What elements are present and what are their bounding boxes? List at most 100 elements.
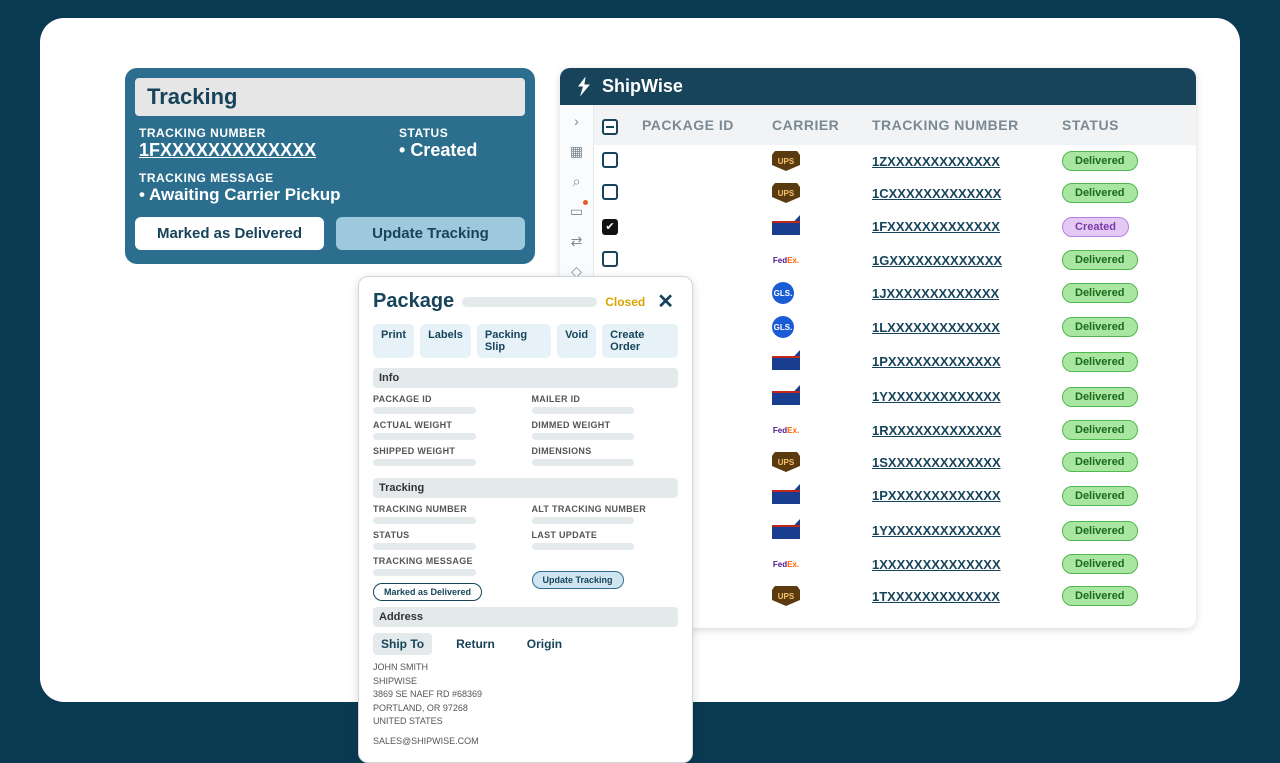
address-block: JOHN SMITH SHIPWISE 3869 SE NAEF RD #683… <box>373 661 678 748</box>
usps-icon <box>772 215 800 235</box>
tracking-number-link[interactable]: 1XXXXXXXXXXXXXX <box>872 557 1062 572</box>
bolt-icon <box>574 77 594 97</box>
tracking-number-label: TRACKING NUMBER <box>139 126 391 140</box>
grid-icon[interactable]: ▦ <box>569 143 585 159</box>
skeleton-line <box>373 569 476 576</box>
ups-icon: UPS <box>772 151 800 171</box>
tracking-number-link[interactable]: 1PXXXXXXXXXXXXX <box>872 354 1062 369</box>
col-package-id[interactable]: PACKAGE ID <box>642 117 772 133</box>
skeleton-line <box>373 433 476 440</box>
column-headers: PACKAGE ID CARRIER TRACKING NUMBER STATU… <box>594 105 1196 145</box>
row-checkbox[interactable] <box>602 184 618 200</box>
package-modal: Package Closed ✕ Print Labels Packing Sl… <box>358 276 693 763</box>
status-badge: Delivered <box>1062 250 1138 270</box>
grid-header: ShipWise <box>560 68 1196 105</box>
skeleton-line <box>373 517 476 524</box>
tracking-number-link[interactable]: 1CXXXXXXXXXXXXX <box>872 186 1062 201</box>
create-order-button[interactable]: Create Order <box>602 324 678 358</box>
address-company: SHIPWISE <box>373 675 678 689</box>
usps-icon <box>772 484 800 504</box>
table-row[interactable]: UPS 1ZXXXXXXXXXXXXXDelivered <box>594 145 1196 177</box>
close-icon[interactable]: ✕ <box>653 289 678 314</box>
tracking-number-link[interactable]: 1LXXXXXXXXXXXXX <box>872 320 1062 335</box>
section-info: Info <box>373 368 678 388</box>
tracking-status-value: Created <box>399 140 521 161</box>
tracking-card-title: Tracking <box>135 78 525 116</box>
address-name: JOHN SMITH <box>373 661 678 675</box>
skeleton-line <box>532 459 635 466</box>
share-icon[interactable]: ⇄ <box>569 233 585 249</box>
search-icon[interactable]: ⌕ <box>569 173 585 189</box>
status-badge: Created <box>1062 217 1129 237</box>
fedex-icon: FedEx. <box>772 554 800 574</box>
tracking-number-link[interactable]: 1YXXXXXXXXXXXXX <box>872 523 1062 538</box>
tracking-status-label: STATUS <box>399 126 521 140</box>
table-row[interactable]: UPS 1CXXXXXXXXXXXXXDelivered <box>594 177 1196 209</box>
tracking-card: Tracking TRACKING NUMBER 1FXXXXXXXXXXXXX… <box>125 68 535 264</box>
section-address: Address <box>373 607 678 627</box>
status-badge: Delivered <box>1062 452 1138 472</box>
tracking-number-link[interactable]: 1YXXXXXXXXXXXXX <box>872 389 1062 404</box>
tracking-number-link[interactable]: 1JXXXXXXXXXXXXX <box>872 286 1062 301</box>
address-email: SALES@SHIPWISE.COM <box>373 735 678 749</box>
void-button[interactable]: Void <box>557 324 596 358</box>
status-badge: Delivered <box>1062 420 1138 440</box>
skeleton-line <box>373 543 476 550</box>
row-checkbox[interactable] <box>602 251 618 267</box>
label-last-update: LAST UPDATE <box>532 530 679 540</box>
app-canvas: Tracking TRACKING NUMBER 1FXXXXXXXXXXXXX… <box>40 18 1240 702</box>
status-badge: Delivered <box>1062 151 1138 171</box>
tracking-number-value[interactable]: 1FXXXXXXXXXXXXX <box>139 140 391 161</box>
address-country: UNITED STATES <box>373 715 678 729</box>
ups-icon: UPS <box>772 586 800 606</box>
print-button[interactable]: Print <box>373 324 414 358</box>
calendar-icon[interactable]: ▭ <box>569 203 585 219</box>
col-tracking-number[interactable]: TRACKING NUMBER <box>872 117 1062 133</box>
update-tracking-button[interactable]: Update Tracking <box>532 571 624 589</box>
label-dimensions: DIMENSIONS <box>532 446 679 456</box>
tab-return[interactable]: Return <box>448 633 503 655</box>
tracking-message-label: TRACKING MESSAGE <box>139 171 521 185</box>
tracking-number-link[interactable]: 1GXXXXXXXXXXXXX <box>872 253 1062 268</box>
fedex-icon: FedEx. <box>772 250 800 270</box>
table-row[interactable]: 1FXXXXXXXXXXXXXCreated <box>594 209 1196 244</box>
col-status[interactable]: STATUS <box>1062 117 1182 133</box>
skeleton-line <box>462 297 597 307</box>
ups-icon: UPS <box>772 183 800 203</box>
row-checkbox[interactable] <box>602 219 618 235</box>
label-status: STATUS <box>373 530 520 540</box>
skeleton-line <box>532 407 635 414</box>
tracking-number-link[interactable]: 1SXXXXXXXXXXXXX <box>872 455 1062 470</box>
usps-icon <box>772 385 800 405</box>
brand-name: ShipWise <box>602 76 683 97</box>
tab-ship-to[interactable]: Ship To <box>373 633 432 655</box>
status-badge: Delivered <box>1062 183 1138 203</box>
row-checkbox[interactable] <box>602 152 618 168</box>
tracking-number-link[interactable]: 1FXXXXXXXXXXXXX <box>872 219 1062 234</box>
table-row[interactable]: FedEx. 1GXXXXXXXXXXXXXDelivered <box>594 244 1196 276</box>
label-alt-tracking-number: ALT TRACKING NUMBER <box>532 504 679 514</box>
skeleton-line <box>532 517 635 524</box>
marked-as-delivered-button[interactable]: Marked as Delivered <box>135 217 324 250</box>
status-badge: Delivered <box>1062 387 1138 407</box>
col-carrier[interactable]: CARRIER <box>772 117 872 133</box>
select-all-checkbox[interactable] <box>602 119 618 135</box>
skeleton-line <box>532 433 635 440</box>
packing-slip-button[interactable]: Packing Slip <box>477 324 551 358</box>
status-badge: Delivered <box>1062 586 1138 606</box>
status-badge: Delivered <box>1062 554 1138 574</box>
tracking-number-link[interactable]: 1PXXXXXXXXXXXXX <box>872 488 1062 503</box>
labels-button[interactable]: Labels <box>420 324 471 358</box>
label-actual-weight: ACTUAL WEIGHT <box>373 420 520 430</box>
marked-as-delivered-button[interactable]: Marked as Delivered <box>373 583 482 601</box>
address-city: PORTLAND, OR 97268 <box>373 702 678 716</box>
tracking-number-link[interactable]: 1ZXXXXXXXXXXXXX <box>872 154 1062 169</box>
tracking-number-link[interactable]: 1TXXXXXXXXXXXXX <box>872 589 1062 604</box>
update-tracking-button[interactable]: Update Tracking <box>336 217 525 250</box>
tab-origin[interactable]: Origin <box>519 633 570 655</box>
label-mailer-id: MAILER ID <box>532 394 679 404</box>
address-street: 3869 SE NAEF RD #68369 <box>373 688 678 702</box>
chevron-right-icon[interactable]: › <box>569 113 585 129</box>
label-shipped-weight: SHIPPED WEIGHT <box>373 446 520 456</box>
tracking-number-link[interactable]: 1RXXXXXXXXXXXXX <box>872 423 1062 438</box>
